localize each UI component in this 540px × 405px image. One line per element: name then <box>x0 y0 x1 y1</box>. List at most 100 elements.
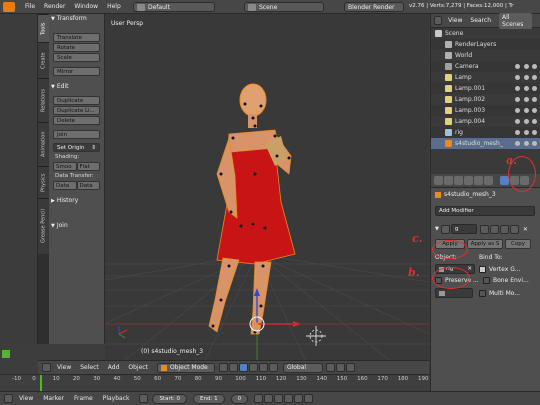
smooth-button[interactable]: Smoo <box>53 162 77 171</box>
add-menu[interactable]: Add <box>108 364 120 371</box>
jump-end-icon[interactable] <box>304 394 314 403</box>
timeline-playback-menu[interactable]: Playback <box>103 395 130 402</box>
modifier-name-field[interactable]: g <box>450 224 477 234</box>
tab-tools[interactable]: Tools <box>38 14 49 42</box>
multi-modifier-checkbox[interactable] <box>479 289 486 297</box>
vertex-groups-checkbox[interactable] <box>479 265 486 273</box>
play-icon[interactable] <box>284 394 294 403</box>
character-mesh[interactable] <box>208 83 296 335</box>
3d-cursor-icon[interactable] <box>306 326 326 346</box>
set-origin-dropdown[interactable]: Set Origin ⇕ <box>53 143 100 152</box>
rotate-button[interactable]: Rotate <box>53 43 100 52</box>
render-tab-icon[interactable] <box>434 176 443 185</box>
pivot-point-icon[interactable] <box>228 363 238 372</box>
current-frame-field[interactable]: 0 <box>230 393 249 404</box>
outliner-row[interactable]: Scene <box>431 28 540 39</box>
transform-panel-header[interactable]: ▼ Transform <box>49 14 104 23</box>
scale-button[interactable]: Scale <box>53 53 100 62</box>
cursor-icon[interactable] <box>523 74 529 80</box>
layer-button-icon[interactable] <box>335 363 345 372</box>
eye-icon[interactable] <box>515 96 520 102</box>
cursor-icon[interactable] <box>523 140 529 146</box>
translate-button[interactable]: Translate <box>53 33 100 42</box>
render-layers-tab-icon[interactable] <box>444 176 453 185</box>
add-modifier-dropdown[interactable]: Add Modifier <box>435 206 535 216</box>
edit-panel-header[interactable]: ▼ Edit <box>49 82 104 91</box>
viewport-shading-icon[interactable] <box>218 363 228 372</box>
outliner-row[interactable]: Lamp.002 <box>431 94 540 105</box>
data-layout-button[interactable]: Data <box>76 181 100 190</box>
menu-help[interactable]: Help <box>107 3 121 10</box>
camera-icon[interactable] <box>532 107 537 113</box>
scale-manipulator-icon[interactable] <box>268 363 278 372</box>
clear-object-icon[interactable]: ✕ <box>467 266 472 272</box>
end-frame-field[interactable]: End: 1 <box>193 393 225 404</box>
visibility-toggles[interactable] <box>515 118 537 125</box>
outliner-row[interactable]: RenderLayers <box>431 39 540 50</box>
menu-window[interactable]: Window <box>74 3 98 10</box>
outliner-view-menu[interactable]: View <box>448 17 462 24</box>
outliner-row[interactable]: Lamp.004 <box>431 116 540 127</box>
remove-modifier-icon[interactable]: ✕ <box>523 226 528 233</box>
outliner-editor-icon[interactable] <box>434 16 443 25</box>
jump-keyframe-forward-icon[interactable] <box>294 394 304 403</box>
outliner-row[interactable]: World <box>431 50 540 61</box>
tab-grease-pencil[interactable]: Grease Pencil <box>38 198 49 254</box>
preview-range-icon[interactable] <box>139 394 149 403</box>
world-tab-icon[interactable] <box>464 176 473 185</box>
history-panel-header[interactable]: ▶ History <box>49 196 104 205</box>
play-reverse-icon[interactable] <box>274 394 284 403</box>
timeline-view-menu[interactable]: View <box>19 395 33 402</box>
transform-orientation-select[interactable]: Global <box>282 362 323 373</box>
outliner-search-menu[interactable]: Search <box>470 17 491 24</box>
bone-envelopes-checkbox[interactable] <box>483 277 490 284</box>
cursor-icon[interactable] <box>523 129 529 135</box>
layer-button-icon[interactable] <box>345 363 355 372</box>
eye-icon[interactable] <box>515 107 520 113</box>
select-menu[interactable]: Select <box>80 364 99 371</box>
mirror-button[interactable]: Mirror <box>53 67 100 76</box>
outliner-display-select[interactable]: All Scenes <box>499 12 532 29</box>
scene-select[interactable]: Scene <box>244 2 324 12</box>
duplicate-linked-button[interactable]: Duplicate Li... <box>53 106 100 115</box>
cursor-icon[interactable] <box>523 63 529 69</box>
start-frame-field[interactable]: Start: 0 <box>152 393 188 404</box>
current-frame-marker[interactable] <box>40 375 42 392</box>
3d-viewport[interactable]: User Persp (0) s4studio_mesh_3 <box>105 14 429 360</box>
visibility-toggles[interactable] <box>515 140 537 147</box>
menu-file[interactable]: File <box>25 3 35 10</box>
eye-icon[interactable] <box>515 74 520 80</box>
data-transfer-button[interactable]: Data <box>53 181 77 190</box>
camera-icon[interactable] <box>532 96 537 102</box>
camera-icon[interactable] <box>532 74 537 80</box>
eye-icon[interactable] <box>515 118 520 124</box>
timeline-marker-menu[interactable]: Marker <box>43 395 64 402</box>
jump-keyframe-back-icon[interactable] <box>264 394 274 403</box>
scene-tab-icon[interactable] <box>454 176 463 185</box>
eye-icon[interactable] <box>515 85 520 91</box>
vertex-group-field[interactable] <box>435 288 473 298</box>
render-toggle-icon[interactable] <box>489 224 499 234</box>
apply-as-shape-button[interactable]: Apply as S <box>467 239 503 249</box>
timeline-editor-icon[interactable] <box>4 394 13 403</box>
editor-type-icon[interactable] <box>42 363 51 372</box>
constraints-tab-icon[interactable] <box>484 176 493 185</box>
render-engine-select[interactable]: Blender Render <box>344 2 404 12</box>
visibility-toggles[interactable] <box>515 96 537 103</box>
modifier-collapse-icon[interactable]: ▼ <box>435 226 439 232</box>
outliner-row[interactable]: rig <box>431 127 540 138</box>
join-button[interactable]: Join <box>53 130 100 139</box>
visibility-toggles[interactable] <box>515 129 537 136</box>
modifier-move-icon[interactable] <box>509 224 519 234</box>
visibility-toggles[interactable] <box>515 74 537 81</box>
object-menu[interactable]: Object <box>128 364 148 371</box>
visibility-toggles[interactable] <box>515 63 537 70</box>
layer-button-icon[interactable] <box>325 363 335 372</box>
outliner-row[interactable]: Camera <box>431 61 540 72</box>
visibility-toggles[interactable] <box>515 107 537 114</box>
outliner-row[interactable]: Lamp <box>431 72 540 83</box>
mode-select[interactable]: Object Mode <box>156 362 215 373</box>
camera-icon[interactable] <box>532 85 537 91</box>
cursor-icon[interactable] <box>523 118 529 124</box>
eye-icon[interactable] <box>515 140 520 146</box>
